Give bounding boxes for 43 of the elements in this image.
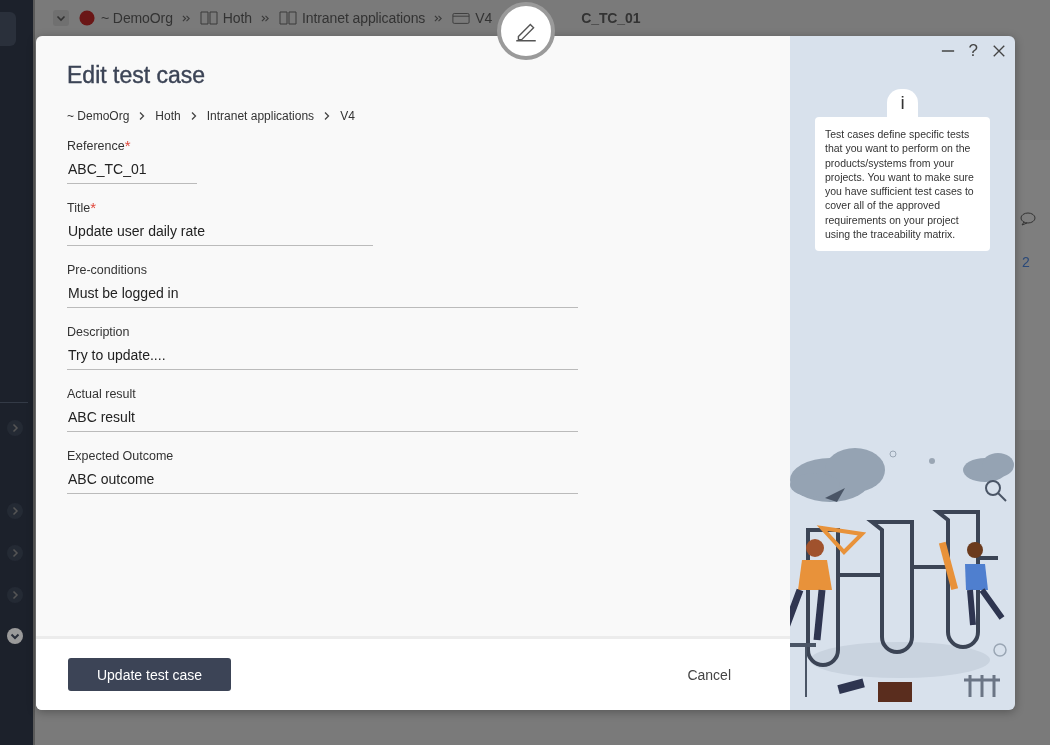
update-button[interactable]: Update test case	[68, 658, 231, 691]
field-label: Title	[67, 201, 91, 215]
breadcrumb-link[interactable]: Hoth	[155, 109, 181, 123]
required-mark: *	[90, 201, 96, 215]
required-mark: *	[124, 139, 131, 153]
help-button[interactable]: ?	[968, 41, 978, 61]
count-text: 2	[1022, 254, 1030, 270]
breadcrumb-link[interactable]: Intranet applications	[206, 109, 315, 123]
input-field[interactable]: Update user daily rate	[67, 219, 373, 246]
info-text: Test cases define specific tests that you want to perform on the products/systems from your projects. You want to make sure you have sufficient test cases to cover all of the approved requirements on your project using the traceability matrix.	[815, 117, 990, 252]
field-label: Expected Outcome	[67, 449, 174, 463]
book-icon	[279, 10, 298, 26]
chevron-icon	[323, 111, 332, 121]
input-field[interactable]: ABC_TC_01	[67, 157, 197, 184]
caret-icon[interactable]	[53, 10, 69, 26]
expand-icon[interactable]	[7, 503, 23, 519]
dialog-title: Edit test case	[67, 62, 207, 89]
field-label: Description	[67, 325, 130, 339]
breadcrumb-link[interactable]: V4	[340, 109, 355, 123]
window-icon	[452, 10, 471, 26]
input-field[interactable]: Must be logged in	[67, 281, 578, 308]
expand-icon[interactable]	[7, 587, 23, 603]
chevron-icon	[261, 13, 271, 23]
chevron-icon	[181, 13, 191, 23]
field-label: Actual result	[67, 387, 136, 401]
breadcrumb-link[interactable]: ~ DemoOrg	[67, 109, 130, 123]
field-label: Reference	[67, 139, 125, 153]
chevron-icon	[189, 111, 198, 121]
comment-icon[interactable]	[1020, 212, 1036, 226]
chevron-icon	[434, 13, 444, 23]
org-logo-icon	[78, 10, 96, 26]
chevron-icon	[138, 111, 147, 121]
input-field[interactable]: ABC outcome	[67, 467, 578, 494]
info-mark: i	[900, 92, 905, 114]
input-field[interactable]: ABC result	[67, 405, 578, 432]
input-field[interactable]: Try to update....	[67, 343, 578, 370]
cancel-button[interactable]: Cancel	[683, 662, 735, 687]
chevron-down-icon[interactable]	[7, 628, 23, 644]
expand-icon[interactable]	[7, 545, 23, 561]
close-icon[interactable]	[992, 44, 1006, 58]
book-icon	[199, 10, 218, 26]
expand-icon[interactable]	[7, 420, 23, 436]
field-label: Pre-conditions	[67, 263, 147, 277]
